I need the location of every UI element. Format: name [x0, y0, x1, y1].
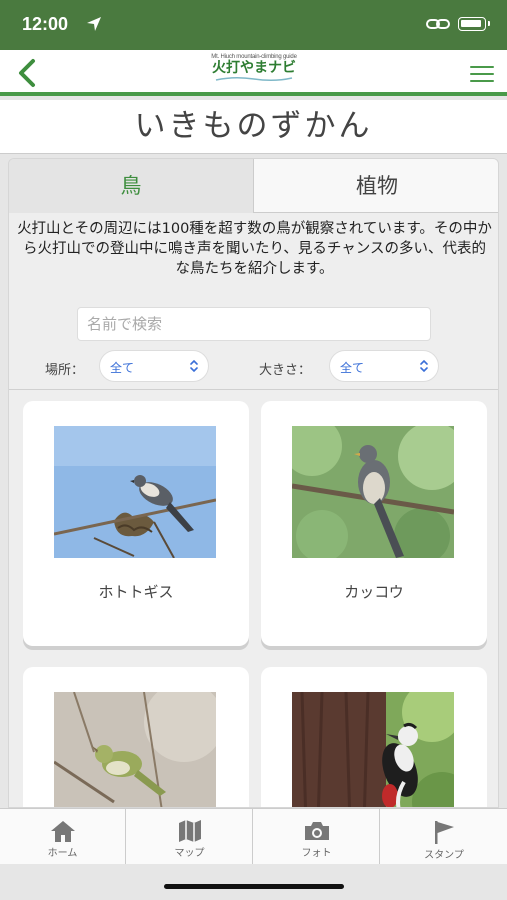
main-content: 鳥 植物 火打山とその周辺には100種を超す数の鳥が観察されています。その中から… — [8, 158, 499, 808]
tabbar-stamp-label: スタンプ — [424, 850, 464, 861]
location-arrow-icon — [87, 17, 101, 31]
tabbar-home-label: ホーム — [47, 848, 78, 859]
select-chevron-icon — [190, 359, 198, 373]
tab-birds[interactable]: 鳥 — [9, 159, 254, 213]
bird-photo — [292, 426, 454, 558]
bird-photo — [54, 426, 216, 558]
page-title-bar: いきものずかん — [0, 100, 507, 154]
bird-card[interactable]: ホトトギス — [23, 401, 249, 646]
logo-swoosh-icon — [215, 76, 293, 82]
flag-icon — [435, 821, 454, 844]
tabbar-map[interactable]: マップ — [127, 809, 253, 865]
page-title: いきものずかん — [134, 108, 373, 144]
bird-card[interactable] — [261, 667, 487, 807]
status-bar: 12:00 — [0, 0, 507, 50]
status-time: 12:00 — [22, 14, 69, 34]
location-filter-label: 場所： — [45, 363, 85, 378]
divider — [9, 389, 498, 390]
home-indicator-area — [0, 864, 507, 900]
link-icon — [426, 19, 450, 29]
app-header: Mt. Hiuch mountain-climbing guide 火打やまナビ — [0, 50, 507, 96]
size-filter-label: 大きさ： — [259, 363, 312, 378]
tabbar-photo[interactable]: フォト — [254, 809, 380, 865]
bird-card[interactable]: カッコウ — [261, 401, 487, 646]
camera-icon — [304, 822, 329, 840]
map-icon — [178, 820, 201, 842]
bird-name: ホトトギス — [98, 583, 174, 601]
select-chevron-icon — [420, 359, 428, 373]
tabbar-photo-label: フォト — [301, 848, 332, 859]
size-filter-select[interactable]: 全て — [329, 350, 439, 382]
home-icon — [50, 821, 75, 842]
tab-plants[interactable]: 植物 — [254, 159, 498, 213]
bird-photo — [292, 692, 454, 807]
location-filter-select[interactable]: 全て — [99, 350, 209, 382]
tabbar-map-label: マップ — [174, 848, 205, 859]
battery-icon — [458, 17, 490, 31]
category-tabs: 鳥 植物 — [9, 159, 498, 213]
tabbar-stamp[interactable]: スタンプ — [381, 809, 507, 865]
home-indicator[interactable] — [164, 884, 344, 889]
hamburger-menu-icon[interactable] — [470, 66, 494, 84]
search-input[interactable]: 名前で検索 — [77, 307, 431, 341]
back-chevron-icon[interactable] — [14, 58, 40, 88]
tabbar-home[interactable]: ホーム — [0, 809, 126, 865]
description-text: 火打山とその周辺には100種を超す数の鳥が観察されています。その中から火打山での… — [17, 221, 492, 277]
bird-photo — [54, 692, 216, 807]
location-filter-value: 全て — [110, 361, 135, 375]
bird-name: カッコウ — [344, 583, 404, 601]
bird-card[interactable] — [23, 667, 249, 807]
app-logo: Mt. Hiuch mountain-climbing guide 火打やまナビ — [204, 54, 304, 92]
bottom-tabbar: ホーム マップ フォト スタンプ — [0, 808, 507, 865]
size-filter-value: 全て — [340, 361, 365, 375]
logo-title: 火打やまナビ — [212, 60, 296, 76]
